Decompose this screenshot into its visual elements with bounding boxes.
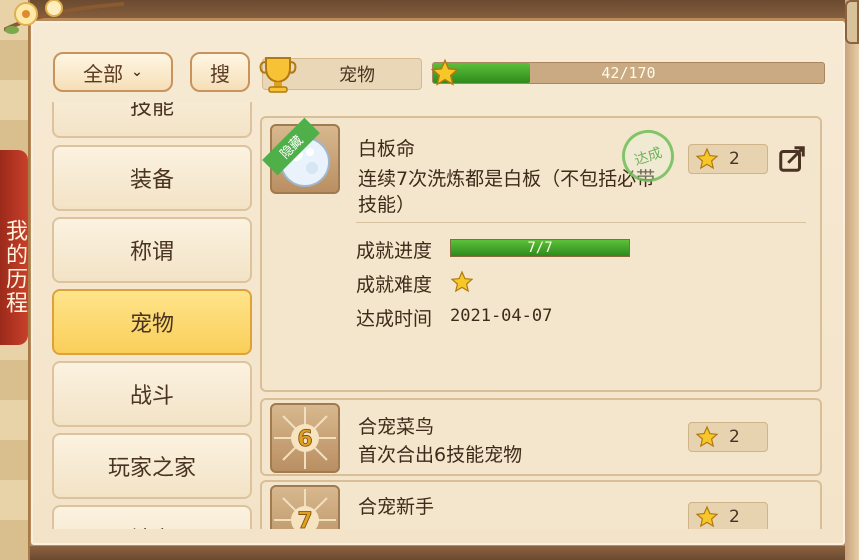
stamp-text: 达成 (632, 145, 665, 169)
number-badge-icon: 6 (274, 407, 336, 469)
category-item-pet[interactable]: 宠物 (52, 289, 252, 355)
category-item-player-home[interactable]: 玩家之家 (52, 433, 252, 499)
right-frame-edge (845, 0, 859, 560)
star-icon (695, 425, 719, 448)
category-label: 宠物 (339, 65, 375, 86)
category-item-skill[interactable]: 技能 (52, 102, 252, 138)
achievement-card-expanded[interactable]: 隐藏 白板命 连续7次洗炼都是白板（不包括必带 技能） 达成 2 成就进度 7/… (260, 116, 822, 392)
achievement-card[interactable]: 7 合宠新手 2 (260, 480, 822, 529)
category-label: 社交 (130, 522, 174, 529)
achievement-icon: 6 (270, 403, 340, 473)
achievement-list[interactable]: 隐藏 白板命 连续7次洗炼都是白板（不包括必带 技能） 达成 2 成就进度 7/… (260, 114, 825, 529)
achievement-name: 合宠菜鸟 (358, 416, 435, 438)
time-label: 达成时间 (356, 308, 433, 330)
progress-label: 成就进度 (356, 240, 433, 262)
filter-label: 全部 (83, 61, 124, 86)
category-label: 宠物 (129, 312, 174, 337)
achievement-points: 2 (688, 144, 768, 174)
achievement-points: 2 (688, 502, 768, 529)
time-value: 2021-04-07 (450, 306, 553, 326)
panel-knob[interactable] (845, 0, 859, 44)
trophy-icon (259, 57, 297, 93)
divider (356, 222, 806, 223)
achievement-name: 白板命 (358, 138, 416, 160)
game-stage: 我的历程 全部 ⌄ 搜 宠物 42/170 技能 装备 称谓 宠物 战斗 玩家之… (0, 0, 859, 560)
points-value: 2 (729, 427, 740, 447)
achievement-progress-bar: 7/7 (450, 239, 630, 257)
category-label: 战斗 (129, 384, 174, 409)
achievement-description: 首次合出6技能宠物 (358, 444, 523, 466)
star-icon (695, 147, 719, 170)
badge-number: 7 (297, 509, 312, 529)
overall-progress-bar: 42/170 (432, 62, 825, 84)
number-badge-icon: 7 (274, 489, 336, 529)
category-item-title[interactable]: 称谓 (52, 217, 252, 283)
star-icon (695, 505, 719, 528)
achievement-card[interactable]: 6 合宠菜鸟 首次合出6技能宠物 2 (260, 398, 822, 476)
badge-number: 6 (297, 427, 312, 452)
flower-branch-icon (4, 0, 124, 34)
achievement-description-line1: 连续7次洗炼都是白板（不包括必带 (358, 168, 656, 190)
achievement-icon: 7 (270, 485, 340, 529)
category-label: 玩家之家 (107, 456, 196, 481)
difficulty-label: 成就难度 (356, 274, 433, 296)
my-history-tab[interactable]: 我的历程 (0, 150, 28, 345)
category-label: 称谓 (129, 240, 174, 265)
achievement-points: 2 (688, 422, 768, 452)
category-item-social[interactable]: 社交 (52, 505, 252, 529)
search-button[interactable]: 搜 (190, 52, 250, 92)
search-label: 搜 (210, 61, 230, 86)
category-item-battle[interactable]: 战斗 (52, 361, 252, 427)
overall-progress-text: 42/170 (601, 64, 656, 82)
star-icon (430, 58, 460, 86)
category-label: 装备 (129, 168, 174, 193)
bottom-frame-bar (28, 546, 848, 560)
category-list[interactable]: 技能 装备 称谓 宠物 战斗 玩家之家 社交 (52, 102, 252, 529)
achievement-description-line2: 技能） (358, 194, 416, 216)
category-item-equipment[interactable]: 装备 (52, 145, 252, 211)
filter-dropdown[interactable]: 全部 ⌄ (53, 52, 173, 92)
chevron-down-icon: ⌄ (131, 64, 143, 80)
share-icon[interactable] (777, 144, 807, 174)
achievement-progress-text: 7/7 (527, 240, 553, 256)
category-label: 技能 (129, 102, 174, 120)
difficulty-star-icon (450, 270, 474, 293)
points-value: 2 (729, 149, 740, 169)
achievement-name: 合宠新手 (358, 496, 435, 518)
points-value: 2 (729, 507, 740, 527)
